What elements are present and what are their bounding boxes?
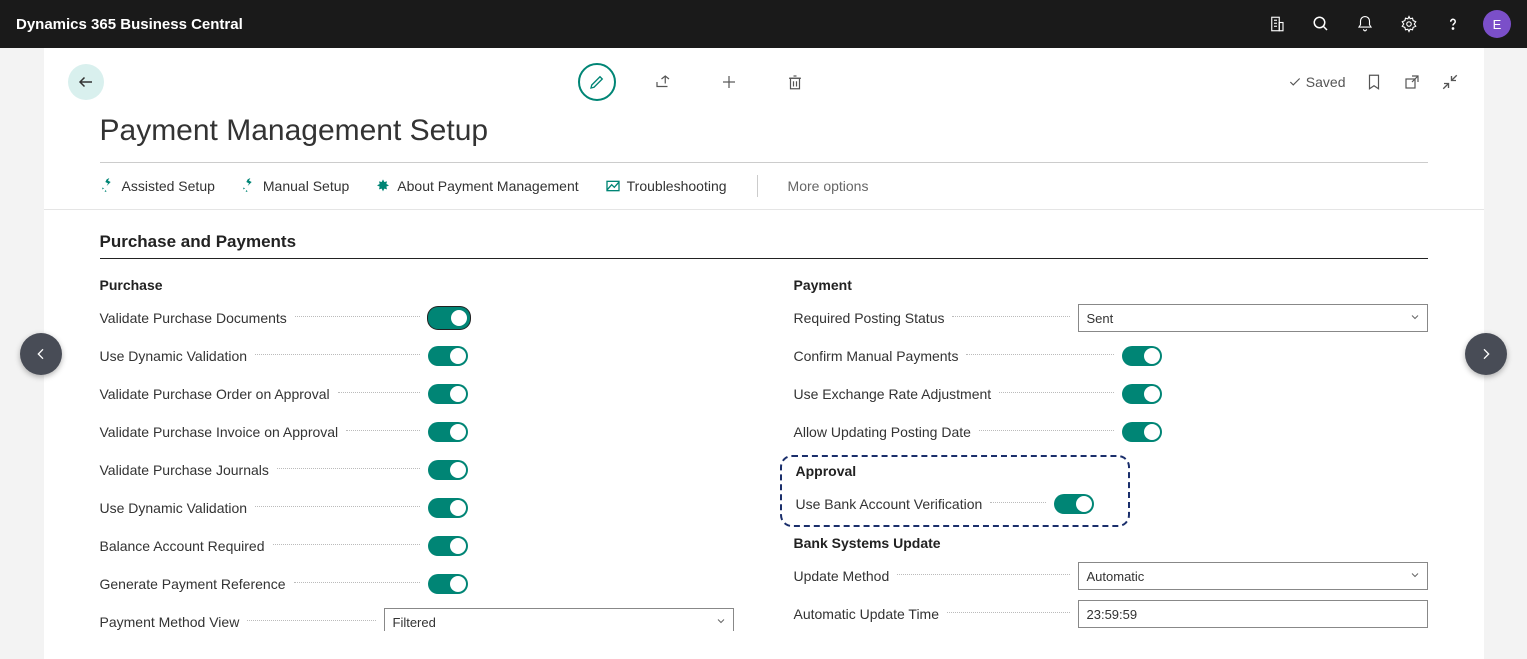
top-app-bar: Dynamics 365 Business Central E — [0, 0, 1527, 48]
label-required-posting-status: Required Posting Status — [794, 310, 945, 326]
label-update-method: Update Method — [794, 568, 890, 584]
label-gen-payment-ref: Generate Payment Reference — [100, 576, 286, 592]
action-label: Troubleshooting — [627, 178, 727, 194]
saved-indicator: Saved — [1288, 74, 1346, 90]
label-dynamic-validation-1: Use Dynamic Validation — [100, 348, 248, 364]
popout-icon[interactable] — [1402, 72, 1422, 92]
label-validate-po-approval: Validate Purchase Order on Approval — [100, 386, 330, 402]
select-update-method[interactable]: Automatic — [1078, 562, 1428, 590]
label-confirm-manual: Confirm Manual Payments — [794, 348, 959, 364]
action-bar: Assisted Setup Manual Setup About Paymen… — [44, 163, 1484, 210]
notifications-icon[interactable] — [1343, 0, 1387, 48]
bookmark-icon[interactable] — [1364, 72, 1384, 92]
label-dynamic-validation-2: Use Dynamic Validation — [100, 500, 248, 516]
toggle-dynamic-validation-1[interactable] — [428, 346, 468, 366]
toggle-validate-docs[interactable] — [428, 307, 470, 329]
prev-page-arrow[interactable] — [20, 333, 62, 375]
back-button[interactable] — [68, 64, 104, 100]
approval-highlight: Approval Use Bank Account Verification — [780, 455, 1130, 527]
select-value: Sent — [1087, 311, 1114, 326]
label-auto-update-time: Automatic Update Time — [794, 606, 940, 622]
new-button[interactable] — [710, 63, 748, 101]
action-label: Manual Setup — [263, 178, 349, 194]
action-manual-setup[interactable]: Manual Setup — [241, 178, 349, 194]
group-bank-update: Bank Systems Update — [794, 535, 1428, 551]
edit-button[interactable] — [578, 63, 616, 101]
chevron-down-icon — [715, 615, 727, 630]
company-icon[interactable] — [1255, 0, 1299, 48]
page-card: Saved Payment Management Setup Assisted … — [44, 48, 1484, 659]
action-troubleshooting[interactable]: Troubleshooting — [605, 178, 727, 194]
next-page-arrow[interactable] — [1465, 333, 1507, 375]
toggle-validate-pi-approval[interactable] — [428, 422, 468, 442]
label-validate-pi-approval: Validate Purchase Invoice on Approval — [100, 424, 339, 440]
more-options[interactable]: More options — [788, 178, 869, 194]
gear-icon[interactable] — [1387, 0, 1431, 48]
toggle-validate-journals[interactable] — [428, 460, 468, 480]
action-label: About Payment Management — [397, 178, 578, 194]
toggle-validate-po-approval[interactable] — [428, 384, 468, 404]
saved-label: Saved — [1306, 74, 1346, 90]
label-balance-required: Balance Account Required — [100, 538, 265, 554]
avatar[interactable]: E — [1483, 10, 1511, 38]
select-required-posting-status[interactable]: Sent — [1078, 304, 1428, 332]
select-value: Filtered — [393, 615, 436, 630]
search-icon[interactable] — [1299, 0, 1343, 48]
toggle-use-bank-verification[interactable] — [1054, 494, 1094, 514]
action-about[interactable]: About Payment Management — [375, 178, 578, 194]
page-title: Payment Management Setup — [44, 104, 1484, 162]
toggle-dynamic-validation-2[interactable] — [428, 498, 468, 518]
toggle-gen-payment-ref[interactable] — [428, 574, 468, 594]
input-auto-update-time[interactable] — [1078, 600, 1428, 628]
label-allow-update-posting-date: Allow Updating Posting Date — [794, 424, 971, 440]
toggle-exchange-rate-adj[interactable] — [1122, 384, 1162, 404]
group-approval: Approval — [796, 463, 1114, 479]
share-button[interactable] — [644, 63, 682, 101]
toggle-confirm-manual[interactable] — [1122, 346, 1162, 366]
action-assisted-setup[interactable]: Assisted Setup — [100, 178, 215, 194]
select-payment-method-view[interactable]: Filtered — [384, 608, 734, 631]
app-title: Dynamics 365 Business Central — [16, 16, 243, 33]
action-label: Assisted Setup — [122, 178, 215, 194]
label-use-bank-verification: Use Bank Account Verification — [796, 496, 983, 512]
label-validate-journals: Validate Purchase Journals — [100, 462, 269, 478]
toggle-balance-required[interactable] — [428, 536, 468, 556]
help-icon[interactable] — [1431, 0, 1475, 48]
chevron-down-icon — [1409, 311, 1421, 326]
chevron-down-icon — [1409, 569, 1421, 584]
label-validate-docs: Validate Purchase Documents — [100, 310, 287, 326]
group-purchase: Purchase — [100, 277, 734, 293]
section-header: Purchase and Payments — [100, 222, 1428, 259]
delete-button[interactable] — [776, 63, 814, 101]
collapse-icon[interactable] — [1440, 72, 1460, 92]
label-exchange-rate-adj: Use Exchange Rate Adjustment — [794, 386, 992, 402]
label-payment-method-view: Payment Method View — [100, 614, 240, 630]
group-payment: Payment — [794, 277, 1428, 293]
toggle-allow-update-posting-date[interactable] — [1122, 422, 1162, 442]
select-value: Automatic — [1087, 569, 1145, 584]
